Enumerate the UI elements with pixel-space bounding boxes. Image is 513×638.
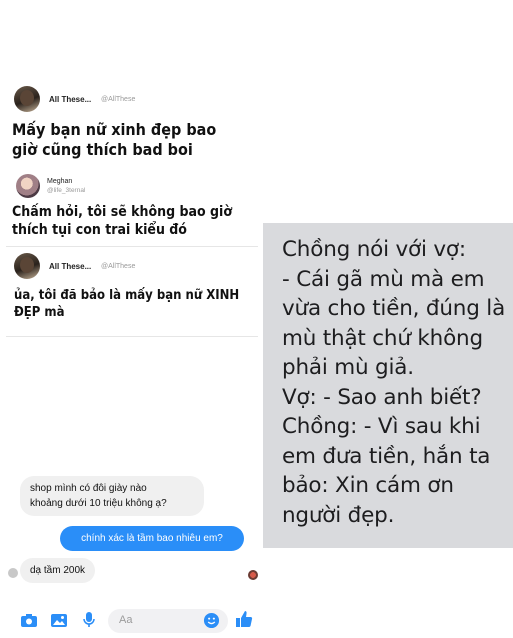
camera-icon[interactable] xyxy=(20,611,38,629)
meme-image: Chồng nói với vợ: - Cái gã mù mà em vừa … xyxy=(263,223,513,548)
tweet-author-name[interactable]: All These... xyxy=(49,262,91,271)
seen-avatar xyxy=(248,570,258,580)
avatar xyxy=(8,568,18,578)
avatar[interactable] xyxy=(14,86,40,112)
chat-toolbar: Aa xyxy=(0,603,265,635)
tweet: Meghan @life_3ternal Chấm hỏi, tôi sẽ kh… xyxy=(6,170,258,244)
tweet-author-handle: @AllThese xyxy=(101,263,136,270)
message-bubble-incoming: dạ tầm 200k xyxy=(20,558,96,583)
tweet: All These... @AllThese Mấy bạn nữ xinh đ… xyxy=(6,78,258,168)
tweet-author-name[interactable]: Meghan xyxy=(47,178,72,185)
tweet-author-handle: @AllThese xyxy=(101,96,136,103)
message-bubble-incoming: shop mình có đôi giày nào khoảng dưới 10… xyxy=(20,476,204,516)
tweet-author-handle: @life_3ternal xyxy=(47,187,86,194)
microphone-icon[interactable] xyxy=(80,611,98,629)
thumbs-up-icon[interactable] xyxy=(234,609,254,629)
image-icon[interactable] xyxy=(50,611,68,629)
avatar[interactable] xyxy=(16,174,40,198)
meme-text: Chồng nói với vợ: - Cái gã mù mà em vừa … xyxy=(282,237,506,528)
message-bubble-outgoing: chính xác là tầm bao nhiêu em? xyxy=(60,526,244,551)
message-input-placeholder: Aa xyxy=(119,614,133,626)
tweet: All These... @AllThese ủa, tôi đã bảo là… xyxy=(6,250,258,334)
tweet-author-name[interactable]: All These... xyxy=(49,95,91,104)
avatar[interactable] xyxy=(14,253,40,279)
tweet-text: Mấy bạn nữ xinh đẹp bao giờ cũng thích b… xyxy=(12,120,217,160)
tweet-divider xyxy=(6,246,258,247)
tweet-divider xyxy=(6,336,258,337)
tweet-text: ủa, tôi đã bảo là mấy bạn nữ XINH ĐẸP mà xyxy=(14,288,240,320)
emoji-icon[interactable] xyxy=(202,612,220,630)
tweet-text: Chấm hỏi, tôi sẽ không bao giờ thích tụi… xyxy=(12,204,233,238)
